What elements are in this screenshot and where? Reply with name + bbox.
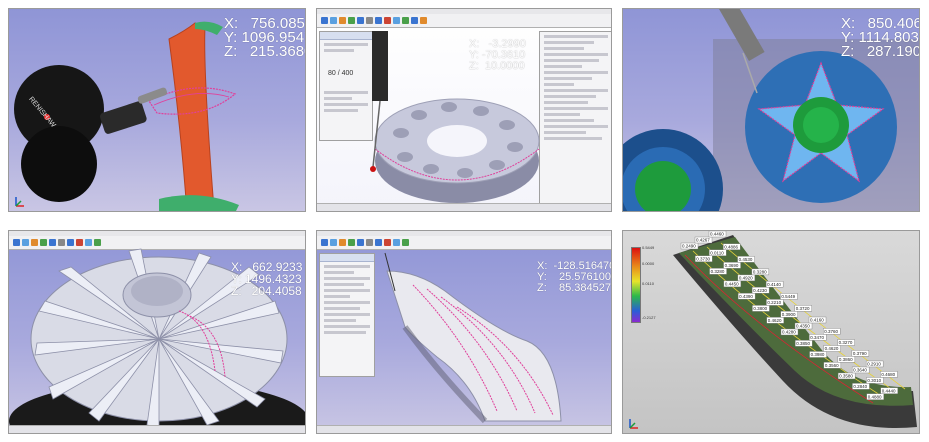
coordinate-readout-4: X: 662.9233 Y: 1496.4323 Z: 204.4058 (231, 260, 303, 298)
deviation-label: 0.4440 (882, 388, 896, 393)
deviation-label: 0.2840 (853, 384, 867, 389)
gear-scene (370, 31, 540, 203)
deviation-surface-scene: 0.24900.42670.4460 0.37300.01100.4886 0.32… (673, 231, 917, 429)
deviation-label: 0.3280 (753, 270, 767, 275)
deviation-label: 0.3980 (811, 352, 825, 357)
coordinate-readout-2: X: -3.2990 Y: -70.3610 Z: 10.0000 (469, 38, 526, 72)
status-bar (317, 203, 611, 211)
deviation-label: 0.3580 (839, 374, 853, 379)
deviation-label: 0.4230 (753, 288, 767, 293)
deviation-label: 0.4350 (796, 324, 810, 329)
deviation-label: 0.3860 (839, 357, 853, 362)
software-window-panel-4[interactable]: X: 662.9233 Y: 1496.4323 Z: 204.4058 (8, 230, 306, 434)
deviation-label: 0.3790 (853, 351, 867, 356)
deviation-label: 0.4140 (767, 282, 781, 287)
deviation-label: 0.4280 (782, 330, 796, 335)
deviation-label: 0.4267 (696, 238, 710, 243)
deviation-map-panel-6[interactable]: 0.5449 0.0000 0.0110 -0.2127 0.2490 0.426… (622, 230, 920, 434)
software-window-panel-2[interactable]: 80 / 400 X: -3.2990 Y: -70.3610 Z: 10.00… (316, 8, 612, 212)
deviation-label: 0.3010 (867, 378, 881, 383)
deviation-label: 0.3760 (824, 329, 838, 334)
deviation-label: 0.3280 (711, 269, 725, 274)
software-window-panel-5[interactable]: X: -128.516470 Y: 25.576100 Z: 85.384527 (316, 230, 612, 434)
deviation-label: 0.3640 (853, 368, 867, 373)
deviation-label: 0.3900 (782, 312, 796, 317)
deviation-label: 0.3470 (810, 335, 824, 340)
deviation-label: 0.3270 (839, 340, 853, 345)
deviation-label: 0.4920 (739, 276, 753, 281)
axis-triad-icon (15, 197, 24, 207)
deviation-label: 0.4460 (710, 232, 724, 237)
deviation-label: 0.3720 (796, 306, 810, 311)
deviation-label: 0.4620 (825, 346, 839, 351)
deviation-label: 0.4390 (739, 294, 753, 299)
deviation-label: 0.4680 (881, 372, 895, 377)
deviation-label: 0.0110 (710, 250, 724, 255)
deviation-label: 0.3560 (825, 363, 839, 368)
status-bar (9, 425, 305, 433)
viewport-panel-1[interactable]: RENISHAW X: 756.0856 Y: 1096.9547 Z: 215… (8, 8, 306, 212)
deviation-label: 0.4886 (724, 244, 738, 249)
coordinate-readout-1: X: 756.0856 Y: 1096.9547 Z: 215.3680 (224, 15, 306, 60)
deviation-label: 0.4620 (768, 318, 782, 323)
deviation-label: 0.3690 (725, 263, 739, 268)
coordinate-readout-3: X: 850.4069 Y: 1114.8037 Z: 287.1900 (841, 15, 920, 60)
deviation-label: 0.4450 (725, 282, 739, 287)
coordinate-readout-5: X: -128.516470 Y: 25.576100 Z: 85.384527 (537, 260, 612, 294)
deviation-label: 0.2490 (682, 244, 696, 249)
deviation-label: 0.4880 (868, 394, 882, 399)
deviation-label: 0.2210 (767, 300, 781, 305)
status-bar (317, 425, 611, 433)
deviation-label: 0.2910 (867, 362, 881, 367)
axis-triad-icon (629, 419, 638, 429)
deviation-label: 0.4160 (810, 318, 824, 323)
viewport-panel-3[interactable]: X: 850.4069 Y: 1114.8037 Z: 287.1900 (622, 8, 920, 212)
deviation-label: 0.3800 (753, 306, 767, 311)
deviation-label: 0.4530 (739, 257, 753, 262)
deviation-label: 0.3730 (696, 256, 710, 261)
deviation-label: 0.3850 (796, 341, 810, 346)
deviation-label: 0.5449 (781, 294, 795, 299)
